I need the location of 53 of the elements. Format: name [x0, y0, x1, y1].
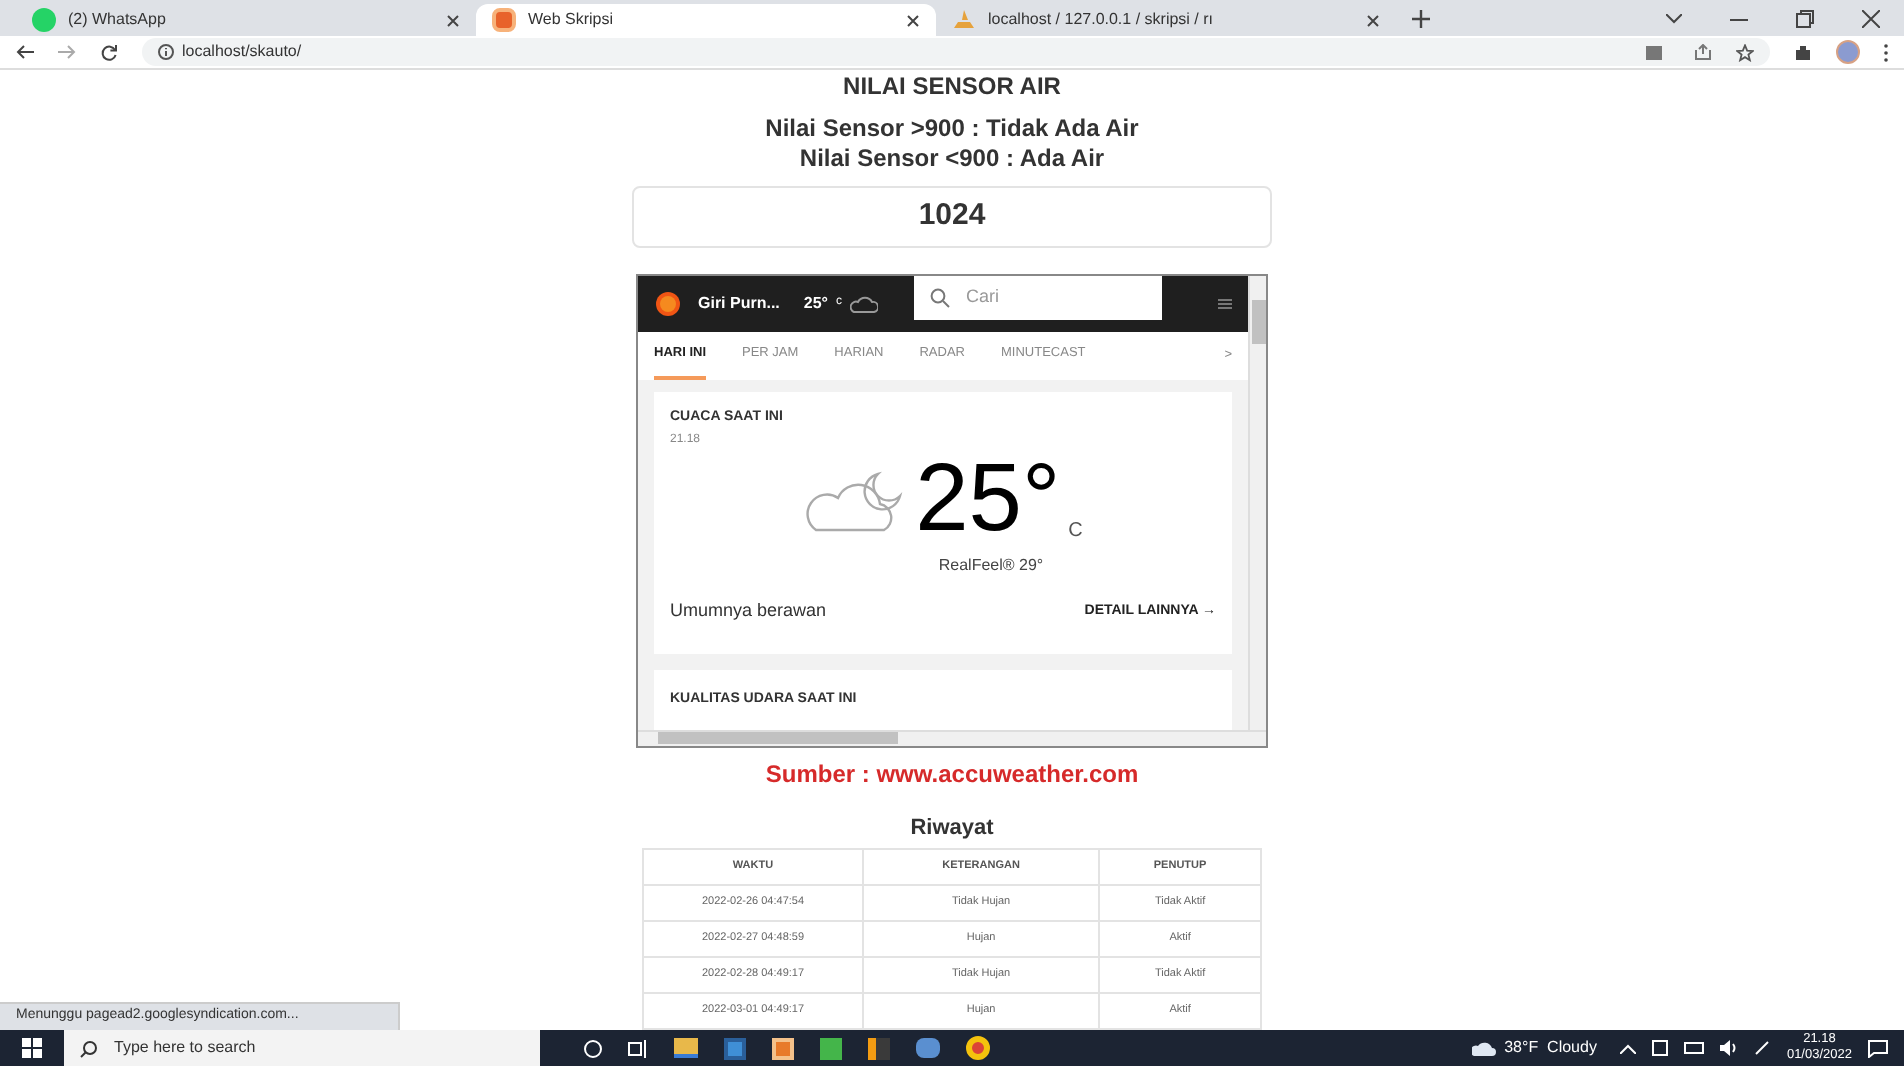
share-icon[interactable]: [1694, 44, 1712, 60]
app-icon[interactable]: [772, 1037, 794, 1059]
close-icon[interactable]: [446, 13, 460, 27]
search-icon: [80, 1039, 98, 1057]
address-field[interactable]: localhost/skauto/: [142, 38, 1770, 66]
chevron-up-icon[interactable]: [1620, 1043, 1637, 1053]
sensor-value: 1024: [632, 186, 1272, 247]
search-icon: [930, 287, 951, 307]
new-tab-icon[interactable]: [1412, 10, 1430, 28]
chevron-down-icon[interactable]: [1666, 14, 1682, 24]
page-title: NILAI SENSOR AIR: [843, 72, 1061, 100]
avatar-icon[interactable]: [1836, 40, 1860, 64]
reload-icon[interactable]: [100, 43, 118, 61]
chat-icon: [32, 8, 56, 32]
search-field[interactable]: Type here to search: [64, 1030, 540, 1066]
restore-icon[interactable]: [1796, 10, 1814, 28]
temperature: 25°: [915, 454, 1061, 546]
app-icon[interactable]: [820, 1037, 842, 1059]
history-title: Riwayat: [910, 813, 994, 843]
close-icon[interactable]: [1366, 13, 1380, 27]
weather-status: 38°F Cloudy: [1504, 1036, 1597, 1060]
editor-icon[interactable]: [868, 1037, 890, 1059]
notification-icon[interactable]: [1868, 1039, 1888, 1057]
sensor-rule: Nilai Sensor <900 : Ada Air: [799, 144, 1105, 174]
sun-icon: [654, 289, 682, 317]
cloud-moon-icon: [803, 466, 908, 534]
back-icon[interactable]: [16, 44, 34, 60]
browser-tab[interactable]: (2) WhatsApp: [16, 4, 476, 36]
browser-tab[interactable]: Web Skripsi: [476, 4, 936, 36]
cloud-icon: [850, 293, 879, 313]
media-player-icon[interactable]: [724, 1037, 746, 1059]
vertical-scrollbar[interactable]: [1248, 275, 1266, 729]
task-view-icon[interactable]: [628, 1039, 648, 1057]
windows-icon[interactable]: [22, 1038, 42, 1058]
realfeel: RealFeel® 29°: [938, 554, 1044, 578]
site-icon: [492, 8, 516, 32]
minimize-icon[interactable]: [1730, 17, 1748, 21]
sensor-rule: Nilai Sensor >900 : Tidak Ada Air: [765, 114, 1139, 144]
info-icon: [158, 44, 174, 60]
close-icon[interactable]: [1862, 10, 1880, 28]
sailboat-icon: [952, 10, 976, 30]
cloud-icon: [1472, 1040, 1497, 1056]
app-icon[interactable]: [916, 1038, 940, 1058]
browser-tab[interactable]: localhost / 127.0.0.1 / skripsi / rı: [936, 4, 1396, 36]
condition: Umumnya berawan: [670, 598, 827, 624]
close-icon[interactable]: [906, 13, 920, 27]
temperature-unit: C: [1068, 518, 1083, 546]
star-icon[interactable]: [1736, 43, 1754, 61]
source-note: Sumber : www.accuweather.com: [765, 757, 1139, 791]
speaker-icon[interactable]: [1720, 1040, 1739, 1056]
header-temperature: 25°: [803, 291, 829, 315]
menu-icon[interactable]: [1218, 297, 1232, 309]
location-name: Giri Purn...: [698, 291, 780, 315]
